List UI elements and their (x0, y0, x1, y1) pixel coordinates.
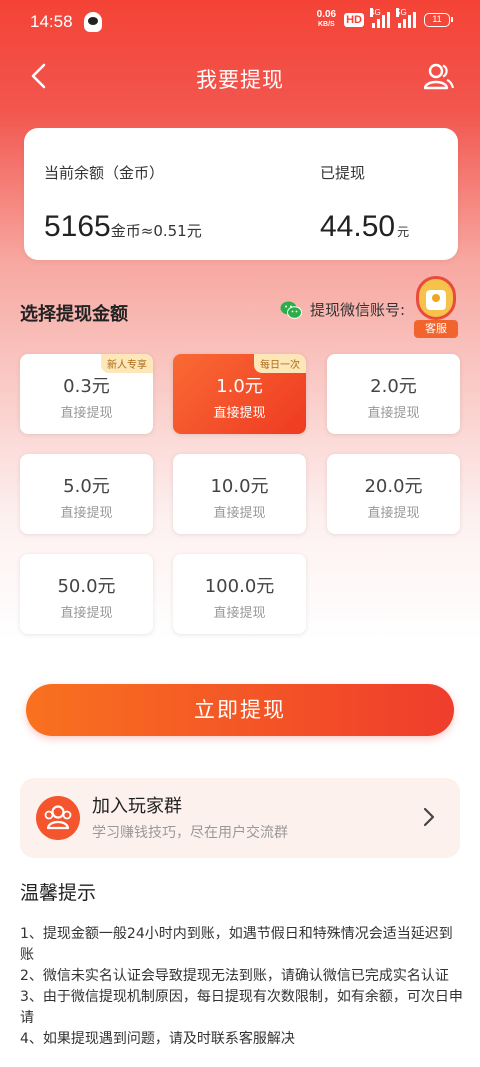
customer-service-label: 客服 (414, 320, 458, 338)
current-balance-value: 5165 (44, 210, 111, 243)
battery-icon: 11 (424, 13, 453, 27)
amount-value: 100.0元 (204, 576, 275, 597)
join-group-title: 加入玩家群 (92, 796, 182, 817)
signal-5g-label: 5G (396, 8, 407, 17)
signal-5g-icon: 5G (396, 8, 416, 28)
amount-option-10-0[interactable]: 10.0元 直接提现 (173, 454, 306, 534)
group-icon (36, 796, 80, 840)
amount-value: 50.0元 (57, 576, 116, 597)
wechat-account-label: 提现微信账号: (310, 301, 406, 319)
wechat-icon (280, 301, 302, 319)
status-bar: 14:58 0.06 KB/S HD 4G 5G 11 (0, 0, 480, 44)
amount-subtitle: 直接提现 (367, 506, 420, 521)
amount-subtitle: 直接提现 (60, 606, 113, 621)
withdraw-now-button[interactable]: 立即提现 (26, 684, 454, 736)
chevron-right-icon (423, 807, 435, 827)
amount-value: 20.0元 (364, 476, 423, 497)
amount-option-100-0[interactable]: 100.0元 直接提现 (173, 554, 306, 634)
tip-item: 1、提现金额一般24小时内到账，如遇节假日和特殊情况会适当延迟到账 (20, 926, 453, 963)
customer-service-button[interactable]: 客服 (410, 276, 462, 338)
current-balance-unit: 金币≈0.51元 (110, 222, 202, 240)
join-group-card[interactable]: 加入玩家群 学习赚钱技巧，尽在用户交流群 (20, 778, 460, 858)
nav-bar: 我要提现 (0, 50, 480, 104)
amount-value: 1.0元 (216, 376, 263, 397)
amount-subtitle: 直接提现 (367, 406, 420, 421)
amount-subtitle: 直接提现 (213, 506, 266, 521)
amount-badge: 每日一次 (254, 354, 306, 373)
amount-option-0-3[interactable]: 新人专享 0.3元 直接提现 (20, 354, 153, 434)
net-speed: 0.06 KB/S (317, 10, 336, 30)
tips-title: 温馨提示 (20, 882, 97, 904)
amount-subtitle: 直接提现 (60, 506, 113, 521)
user-icon[interactable] (424, 62, 454, 90)
amount-subtitle: 直接提现 (213, 406, 266, 421)
amount-badge: 新人专享 (101, 354, 153, 373)
tip-item: 2、微信未实名认证会导致提现无法到账，请确认微信已完成实名认证 (20, 968, 449, 984)
page-title: 我要提现 (196, 68, 284, 92)
tip-item: 3、由于微信提现机制原因，每日提现有次数限制，如有余额，可次日申请 (20, 989, 463, 1026)
amount-option-1-0[interactable]: 每日一次 1.0元 直接提现 (173, 354, 306, 434)
current-balance: 5165 金币≈0.51元 (44, 210, 202, 244)
amount-subtitle: 直接提现 (213, 606, 266, 621)
join-group-subtitle: 学习赚钱技巧，尽在用户交流群 (92, 825, 288, 841)
amount-value: 10.0元 (210, 476, 269, 497)
amount-option-50-0[interactable]: 50.0元 直接提现 (20, 554, 153, 634)
qq-icon (84, 12, 102, 32)
hd-icon: HD (344, 13, 364, 27)
amount-value: 2.0元 (370, 376, 417, 397)
amount-value: 0.3元 (63, 376, 110, 397)
status-time: 14:58 (30, 12, 73, 31)
amount-value: 5.0元 (63, 476, 110, 497)
signal-4g-icon: 4G (370, 8, 390, 28)
customer-service-avatar-icon (426, 290, 446, 310)
status-indicators: 0.06 KB/S HD 4G 5G 11 (317, 8, 453, 30)
tips-list: 1、提现金额一般24小时内到账，如遇节假日和特殊情况会适当延迟到账 2、微信未实… (20, 924, 464, 1050)
wechat-account[interactable]: 提现微信账号: (280, 299, 405, 320)
withdrawn-value: 44.50 (320, 210, 396, 243)
net-speed-unit: KB/S (318, 21, 335, 28)
withdrawn-label: 已提现 (320, 164, 366, 182)
net-speed-value: 0.06 (316, 9, 337, 20)
amount-option-2-0[interactable]: 2.0元 直接提现 (327, 354, 460, 434)
signal-4g-label: 4G (370, 8, 381, 17)
amount-option-5-0[interactable]: 5.0元 直接提现 (20, 454, 153, 534)
balance-card: 当前余额（金币） 已提现 5165 金币≈0.51元 44.50 元 (24, 128, 458, 260)
amount-subtitle: 直接提现 (60, 406, 113, 421)
amount-option-20-0[interactable]: 20.0元 直接提现 (327, 454, 460, 534)
select-amount-title: 选择提现金额 (20, 304, 128, 325)
withdrawn-amount: 44.50 元 (320, 210, 409, 244)
withdrawn-unit: 元 (397, 225, 410, 239)
tip-item: 4、如果提现遇到问题，请及时联系客服解决 (20, 1031, 295, 1047)
current-balance-label: 当前余额（金币） (44, 164, 165, 182)
